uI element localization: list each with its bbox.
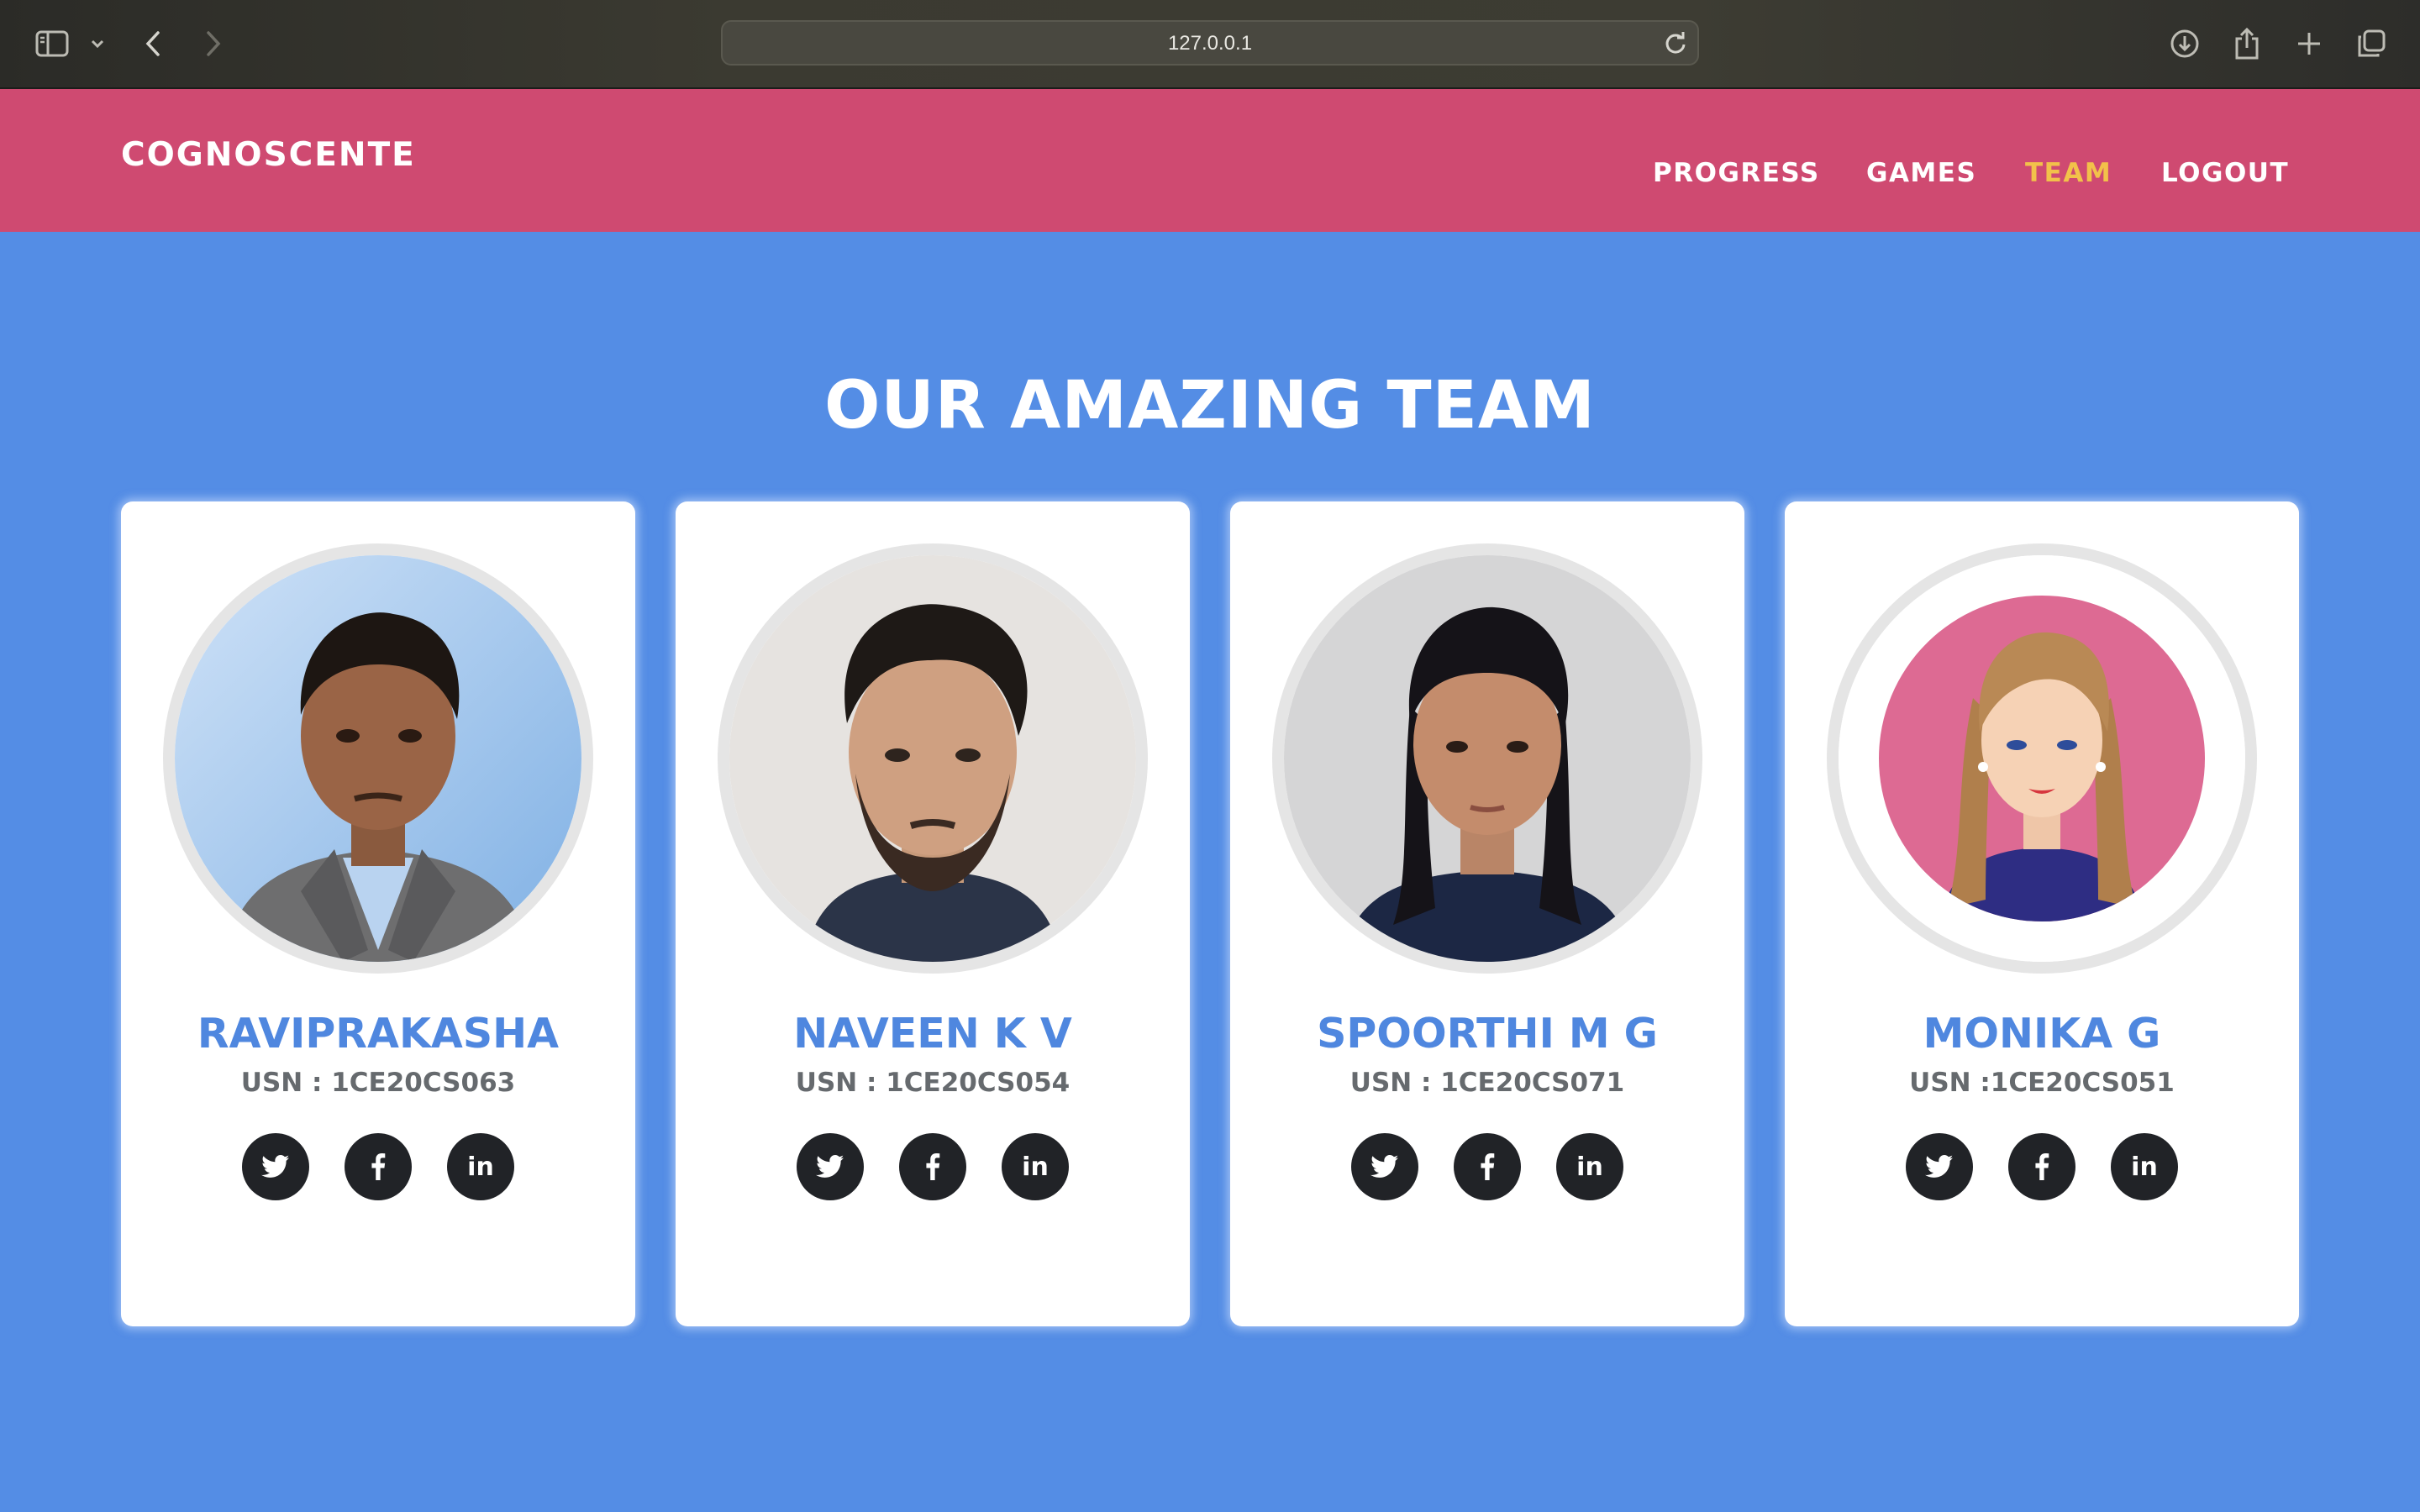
photo-man-in-suit: [175, 555, 581, 962]
linkedin-button[interactable]: in: [1556, 1133, 1623, 1200]
social-links: in: [676, 1133, 1190, 1200]
facebook-button[interactable]: [345, 1133, 412, 1200]
member-name: NAVEEN K V: [793, 1010, 1072, 1058]
team-card: MONIKA G USN :1CE20CS051 in: [1785, 501, 2299, 1326]
member-name: RAVIPRAKASHA: [197, 1010, 560, 1058]
share-icon[interactable]: [2222, 18, 2272, 69]
photo-young-woman: [1284, 555, 1691, 962]
linkedin-button[interactable]: in: [447, 1133, 514, 1200]
avatar: [718, 543, 1148, 974]
nav-team[interactable]: TEAM: [2025, 158, 2112, 188]
team-card: SPOORTHI M G USN : 1CE20CS071 in: [1230, 501, 1744, 1326]
forward-icon[interactable]: [188, 18, 239, 69]
linkedin-icon: in: [1576, 1152, 1603, 1182]
member-name: MONIKA G: [1923, 1010, 2161, 1058]
member-usn: USN :1CE20CS051: [1909, 1068, 2175, 1098]
page-title: OUR AMAZING TEAM: [824, 368, 1596, 444]
nav-progress[interactable]: PROGRESS: [1653, 158, 1820, 188]
twitter-icon: [261, 1155, 290, 1178]
photo-young-man: [729, 555, 1136, 962]
reload-icon[interactable]: [1662, 29, 1689, 56]
brand-logo-text[interactable]: COGNOSCENTE: [121, 136, 416, 174]
facebook-icon: [371, 1153, 386, 1180]
member-usn: USN : 1CE20CS063: [240, 1068, 516, 1098]
browser-toolbar: 127.0.0.1: [0, 0, 2420, 89]
back-icon[interactable]: [128, 18, 178, 69]
url-text[interactable]: 127.0.0.1: [723, 32, 1697, 55]
twitter-button[interactable]: [1351, 1133, 1418, 1200]
new-tab-icon[interactable]: [2284, 18, 2334, 69]
facebook-icon: [1481, 1153, 1495, 1180]
member-usn: USN : 1CE20CS071: [1349, 1068, 1625, 1098]
social-links: in: [121, 1133, 635, 1200]
nav-logout[interactable]: LOGOUT: [2161, 158, 2289, 188]
team-card: NAVEEN K V USN : 1CE20CS054 in: [676, 501, 1190, 1326]
social-links: in: [1230, 1133, 1744, 1200]
linkedin-button[interactable]: in: [2111, 1133, 2178, 1200]
cartoon-woman-avatar: [1839, 555, 2245, 962]
twitter-icon: [1370, 1155, 1399, 1178]
twitter-button[interactable]: [1906, 1133, 1973, 1200]
sidebar-icon[interactable]: [27, 18, 77, 69]
linkedin-icon: in: [1022, 1152, 1049, 1182]
address-bar[interactable]: 127.0.0.1: [721, 20, 1699, 66]
linkedin-icon: in: [467, 1152, 494, 1182]
facebook-icon: [926, 1153, 940, 1180]
twitter-button[interactable]: [242, 1133, 309, 1200]
twitter-icon: [1925, 1155, 1954, 1178]
team-card: RAVIPRAKASHA USN : 1CE20CS063 in: [121, 501, 635, 1326]
linkedin-button[interactable]: in: [1002, 1133, 1069, 1200]
twitter-button[interactable]: [797, 1133, 864, 1200]
chevron-down-icon[interactable]: [74, 18, 121, 69]
member-usn: USN : 1CE20CS054: [795, 1068, 1071, 1098]
site-header: COGNOSCENTE PROGRESS GAMES TEAM LOGOUT: [0, 89, 2420, 232]
member-name: SPOORTHI M G: [1317, 1010, 1658, 1058]
facebook-icon: [2035, 1153, 2049, 1180]
avatar: [163, 543, 593, 974]
facebook-button[interactable]: [1454, 1133, 1521, 1200]
social-links: in: [1785, 1133, 2299, 1200]
tabs-overview-icon[interactable]: [2346, 18, 2396, 69]
nav-games[interactable]: GAMES: [1866, 158, 1976, 188]
twitter-icon: [816, 1155, 844, 1178]
linkedin-icon: in: [2131, 1152, 2158, 1182]
avatar: [1827, 543, 2257, 974]
download-icon[interactable]: [2160, 18, 2210, 69]
facebook-button[interactable]: [2008, 1133, 2075, 1200]
facebook-button[interactable]: [899, 1133, 966, 1200]
avatar: [1272, 543, 1702, 974]
